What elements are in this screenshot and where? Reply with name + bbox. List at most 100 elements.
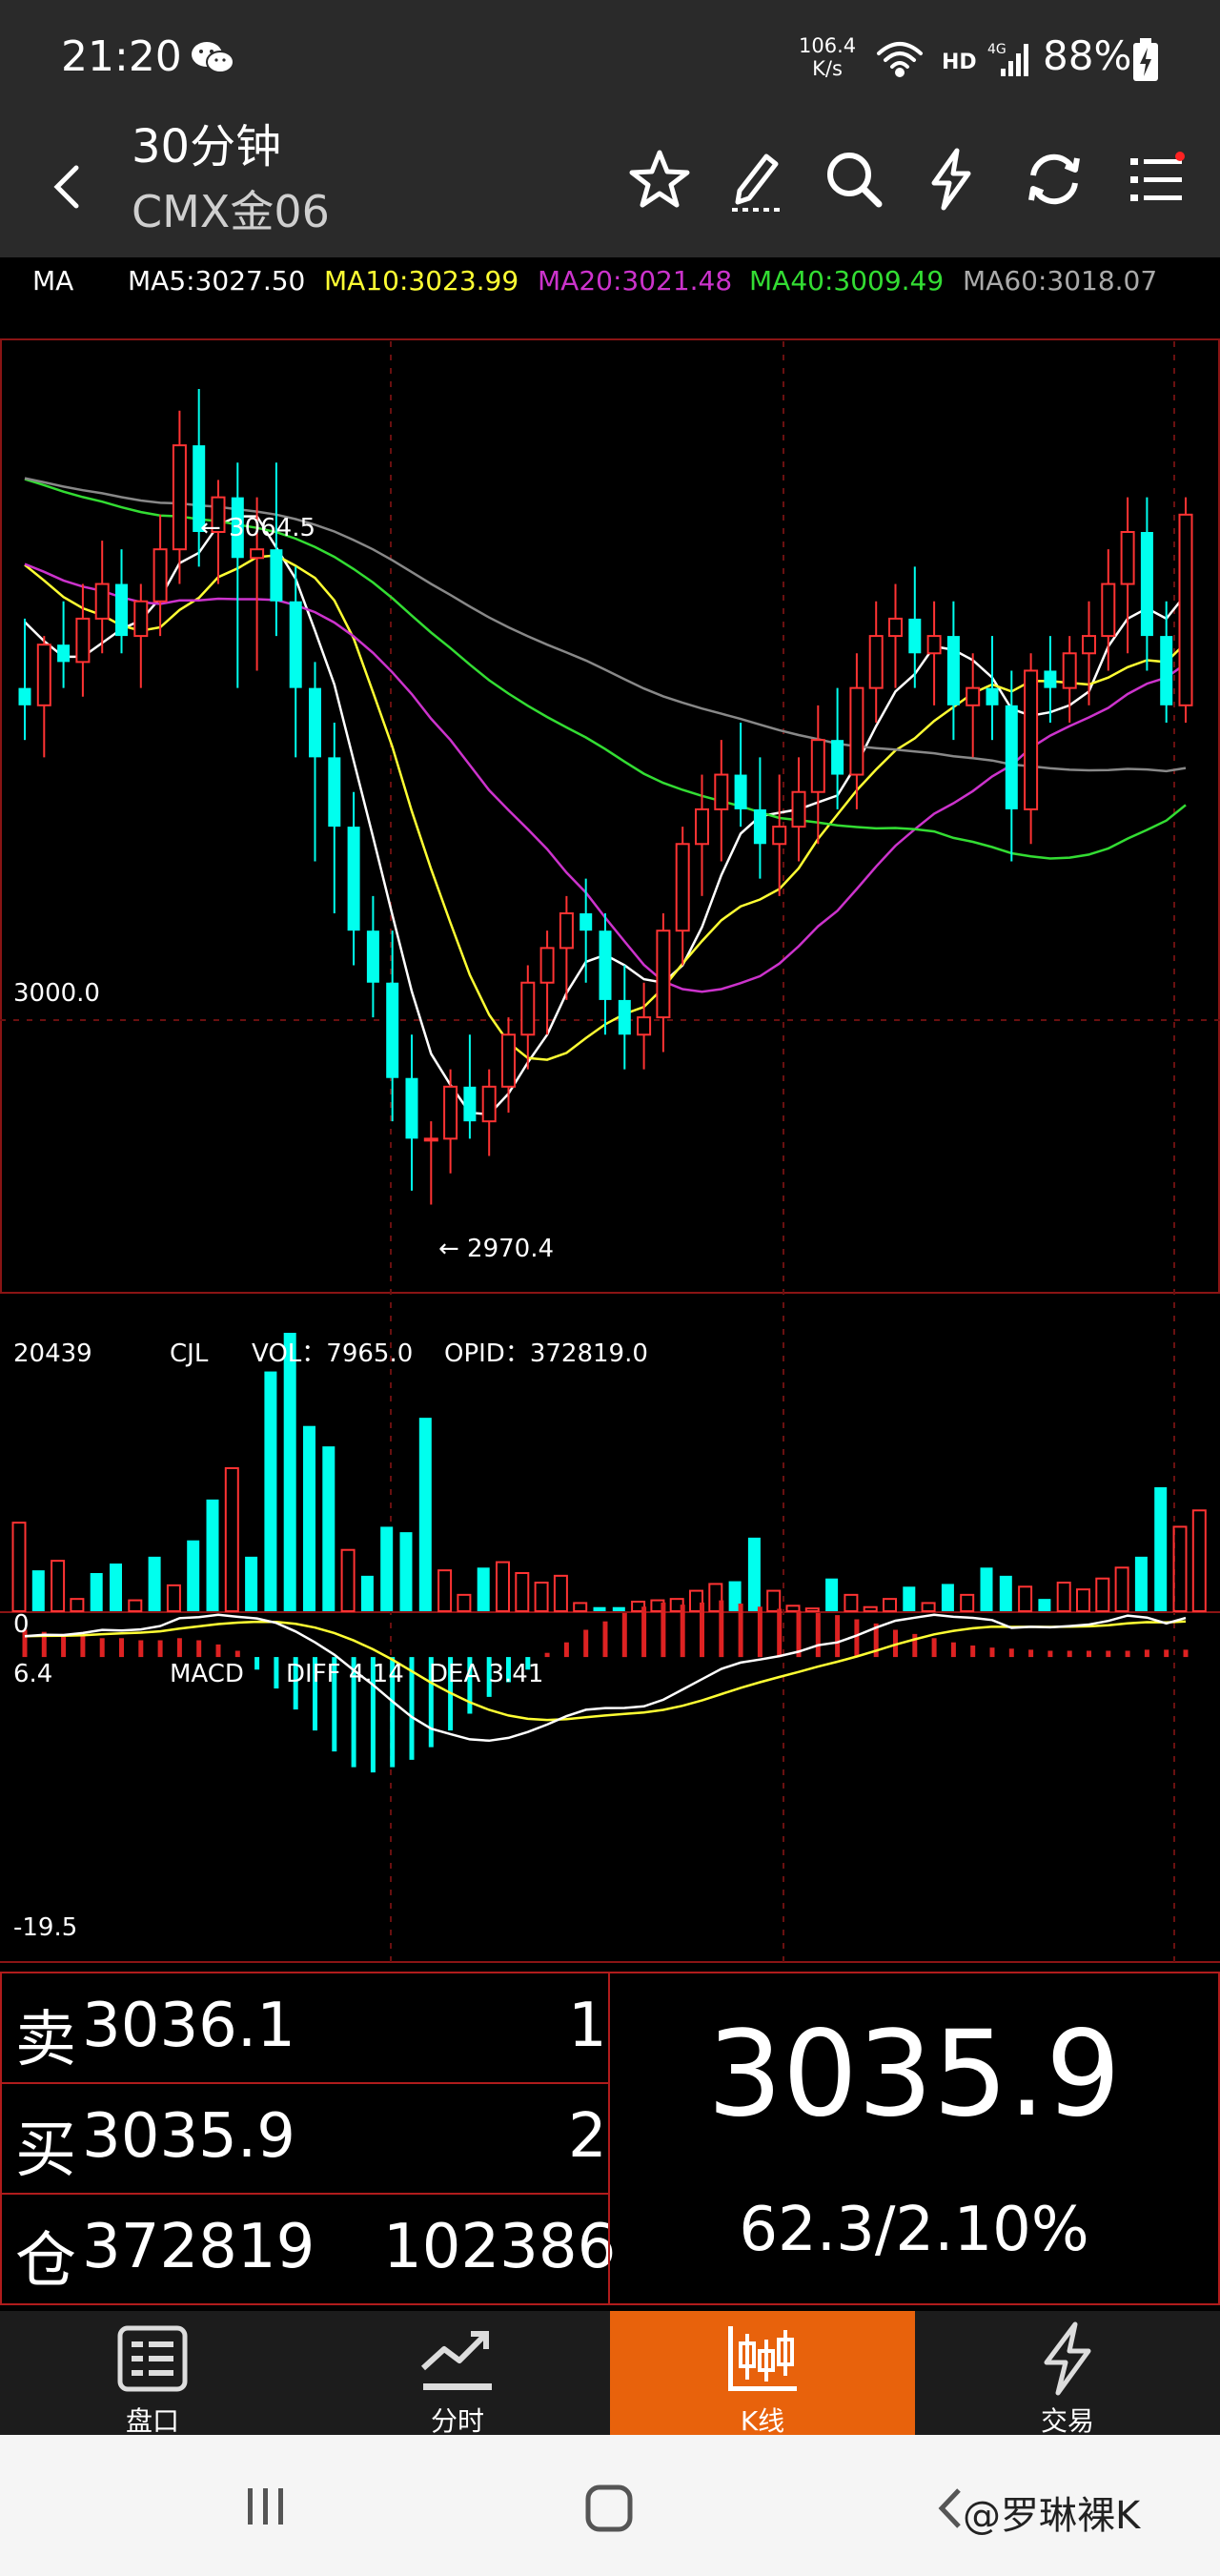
candle — [753, 757, 766, 879]
search-icon[interactable] — [818, 143, 890, 215]
sell-qty: 1 — [568, 1991, 607, 2061]
volume-bar — [418, 1418, 432, 1611]
candle — [1120, 497, 1135, 654]
volume-bar — [1056, 1581, 1071, 1613]
tab-orderbook[interactable]: 盘口 — [0, 2311, 305, 2437]
chart-frames — [0, 338, 1220, 1963]
candle — [94, 541, 110, 654]
lightning-icon[interactable] — [915, 143, 987, 215]
volume-bar — [593, 1606, 606, 1611]
volume-bar — [1191, 1509, 1207, 1612]
bottom-tab-bar: 盘口 分时 K线 交易 — [0, 2311, 1220, 2437]
ma20-value: MA20:3021.48 — [538, 265, 733, 296]
candle — [1062, 636, 1077, 723]
back-arrow-icon[interactable] — [38, 149, 95, 225]
volume-bar — [206, 1499, 219, 1611]
volume-bar — [999, 1575, 1012, 1611]
recent-apps-icon[interactable] — [242, 2483, 290, 2530]
diff-label: DIFF 4.14 — [286, 1660, 404, 1688]
sell-price: 3036.1 — [82, 1991, 295, 2061]
candles — [18, 389, 1193, 1205]
symbol-title: CMX金06 — [132, 186, 330, 237]
candle — [926, 601, 942, 705]
candle — [539, 930, 555, 1035]
tab-trade[interactable]: 交易 — [915, 2311, 1220, 2437]
candle — [152, 514, 168, 637]
volume-bar — [51, 1560, 66, 1612]
vol-max-label: 20439 — [13, 1339, 92, 1368]
app-header: 30分钟 CMX金06 — [0, 114, 1220, 257]
open-interest-row: 仓 372819 102386 — [0, 2193, 616, 2305]
tab-label: 分时 — [430, 2405, 484, 2437]
refresh-icon[interactable] — [1018, 143, 1090, 215]
candle — [791, 757, 806, 862]
ma-legend: MA MA5:3027.50 MA10:3023.99 MA20:3021.48… — [0, 257, 1220, 303]
candle — [481, 1069, 497, 1156]
edit-pencil-icon[interactable] — [721, 143, 793, 215]
chart-area[interactable]: ← 3064.5 ← 2970.4 3000.0 20439 CJL VOL：7… — [0, 303, 1220, 1967]
ma60-value: MA60:3018.07 — [963, 265, 1158, 296]
grid — [0, 341, 1220, 1962]
candle — [986, 636, 999, 741]
volume-bar — [322, 1446, 336, 1611]
candle — [115, 549, 128, 654]
menu-list-icon[interactable] — [1121, 143, 1193, 215]
candle — [1024, 653, 1039, 845]
candle — [443, 1069, 458, 1174]
ma-label: MA — [32, 265, 74, 296]
tab-intraday[interactable]: 分时 — [305, 2311, 610, 2437]
volume-bar — [785, 1605, 801, 1612]
volume-bar — [224, 1466, 239, 1613]
trend-icon — [420, 2331, 492, 2390]
volume-bar — [283, 1333, 296, 1611]
candle — [675, 827, 690, 966]
candle — [1005, 670, 1018, 862]
volume-bar — [573, 1602, 588, 1612]
kline-chart[interactable]: ← 3064.5 ← 2970.4 3000.0 20439 CJL VOL：7… — [0, 303, 1220, 1967]
volume-bar — [825, 1578, 839, 1611]
candle — [966, 653, 981, 758]
volume-bar — [166, 1584, 181, 1613]
candle — [1178, 497, 1193, 723]
buy-price: 3035.9 — [82, 2101, 295, 2172]
status-bar: 21:20 106.4 K/s HD 4G 88% — [0, 0, 1220, 114]
candle — [734, 723, 747, 828]
home-icon[interactable] — [583, 2483, 635, 2534]
buy-label: 买 — [15, 2116, 76, 2186]
sell-label: 卖 — [15, 2005, 76, 2075]
volume-bar — [187, 1540, 200, 1611]
last-price-box: 3035.9 62.3/2.10% — [608, 1972, 1220, 2305]
battery-percent: 88% — [1043, 32, 1132, 79]
volume-bar — [553, 1574, 568, 1613]
volume-bar — [110, 1563, 122, 1611]
star-icon[interactable] — [623, 143, 696, 215]
volume-bar — [863, 1605, 878, 1613]
candle — [347, 791, 360, 966]
candle — [946, 601, 960, 741]
volume-bar — [399, 1532, 413, 1611]
candle — [366, 895, 379, 1018]
volume-bar — [360, 1575, 374, 1611]
macd-name-label: MACD — [170, 1660, 244, 1688]
volume-bar — [1095, 1577, 1110, 1613]
vol-name-label: CJL — [170, 1339, 209, 1368]
sell-row[interactable]: 卖 3036.1 1 — [0, 1972, 610, 2084]
volume-bar — [921, 1602, 936, 1612]
candle — [888, 583, 903, 688]
dea-label: DEA 3.41 — [429, 1660, 543, 1688]
lightning-icon — [1044, 2321, 1091, 2396]
tab-kline[interactable]: K线 — [610, 2311, 915, 2437]
volume-bar — [903, 1586, 916, 1611]
candle — [1082, 601, 1096, 705]
volume-bars — [11, 1333, 1207, 1613]
volume-bar — [883, 1598, 897, 1612]
volume-bar — [245, 1556, 258, 1611]
candle-icon — [728, 2326, 797, 2391]
volume-bar — [1114, 1566, 1129, 1612]
volume-bar — [380, 1526, 394, 1611]
low-marker: ← 2970.4 — [438, 1235, 554, 1263]
volume-bar — [1134, 1556, 1148, 1611]
volume-bar — [980, 1567, 993, 1611]
candle — [289, 566, 302, 758]
buy-row[interactable]: 买 3035.9 2 — [0, 2082, 610, 2195]
